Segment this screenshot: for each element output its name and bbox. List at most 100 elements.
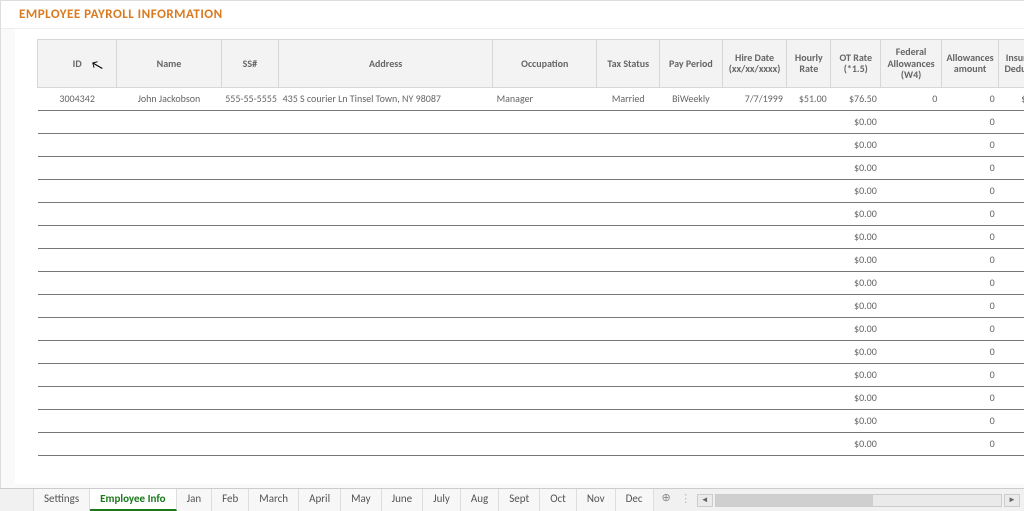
cell-allow_amt[interactable]: 0 xyxy=(941,202,998,225)
cell-ssn[interactable] xyxy=(221,110,278,133)
cell-ins_deduct[interactable] xyxy=(999,179,1024,202)
table-row[interactable]: $0.000 xyxy=(38,133,1024,156)
cell-address[interactable] xyxy=(279,340,493,363)
cell-ot_rate[interactable]: $0.00 xyxy=(831,432,881,455)
cell-name[interactable] xyxy=(117,179,221,202)
cell-allow_amt[interactable]: 0 xyxy=(941,340,998,363)
column-header-allow_amt[interactable]: Allowances amount xyxy=(941,40,998,88)
cell-hire_date[interactable] xyxy=(722,317,787,340)
table-row[interactable]: $0.000 xyxy=(38,225,1024,248)
table-row[interactable]: $0.000 xyxy=(38,363,1024,386)
cell-fed_allow[interactable]: 0 xyxy=(881,87,942,110)
cell-hourly_rate[interactable] xyxy=(787,179,831,202)
cell-name[interactable] xyxy=(117,363,221,386)
cell-allow_amt[interactable]: 0 xyxy=(941,363,998,386)
cell-tax_status[interactable] xyxy=(597,432,660,455)
cell-hourly_rate[interactable] xyxy=(787,432,831,455)
cell-fed_allow[interactable] xyxy=(881,363,942,386)
cell-fed_allow[interactable] xyxy=(881,409,942,432)
table-row[interactable]: $0.000 xyxy=(38,386,1024,409)
cell-occupation[interactable] xyxy=(493,271,597,294)
table-row[interactable]: $0.000 xyxy=(38,432,1024,455)
cell-pay_period[interactable] xyxy=(660,110,723,133)
cell-fed_allow[interactable] xyxy=(881,110,942,133)
cell-pay_period[interactable] xyxy=(660,317,723,340)
cell-pay_period[interactable] xyxy=(660,363,723,386)
cell-hourly_rate[interactable] xyxy=(787,363,831,386)
cell-tax_status[interactable] xyxy=(597,225,660,248)
cell-ins_deduct[interactable] xyxy=(999,409,1024,432)
column-header-ot_rate[interactable]: OT Rate (*1.5) xyxy=(831,40,881,88)
table-row[interactable]: $0.000 xyxy=(38,317,1024,340)
cell-pay_period[interactable] xyxy=(660,340,723,363)
cell-ot_rate[interactable]: $0.00 xyxy=(831,386,881,409)
column-header-hire_date[interactable]: Hire Date (xx/xx/xxxx) xyxy=(722,40,787,88)
cell-address[interactable] xyxy=(279,317,493,340)
cell-id[interactable] xyxy=(38,133,117,156)
cell-ins_deduct[interactable] xyxy=(999,386,1024,409)
cell-hire_date[interactable] xyxy=(722,248,787,271)
cell-occupation[interactable] xyxy=(493,133,597,156)
cell-hourly_rate[interactable] xyxy=(787,225,831,248)
cell-hourly_rate[interactable] xyxy=(787,409,831,432)
cell-tax_status[interactable] xyxy=(597,363,660,386)
cell-address[interactable] xyxy=(279,110,493,133)
cell-name[interactable] xyxy=(117,225,221,248)
column-header-fed_allow[interactable]: Federal Allowances (W4) xyxy=(881,40,942,88)
cell-pay_period[interactable]: BiWeekly xyxy=(660,87,723,110)
scroll-right-button[interactable]: ► xyxy=(1004,494,1020,507)
sheet-tab-settings[interactable]: Settings xyxy=(34,489,90,511)
cell-allow_amt[interactable]: 0 xyxy=(941,409,998,432)
cell-ins_deduct[interactable] xyxy=(999,202,1024,225)
cell-ot_rate[interactable]: $0.00 xyxy=(831,248,881,271)
sheet-tab-dec[interactable]: Dec xyxy=(616,489,654,511)
cell-hire_date[interactable] xyxy=(722,271,787,294)
cell-id[interactable] xyxy=(38,202,117,225)
cell-allow_amt[interactable]: 0 xyxy=(941,179,998,202)
cell-tax_status[interactable] xyxy=(597,294,660,317)
cell-hourly_rate[interactable] xyxy=(787,248,831,271)
cell-ot_rate[interactable]: $0.00 xyxy=(831,294,881,317)
table-row[interactable]: $0.000 xyxy=(38,340,1024,363)
cell-fed_allow[interactable] xyxy=(881,386,942,409)
cell-address[interactable] xyxy=(279,409,493,432)
cell-address[interactable] xyxy=(279,294,493,317)
cell-pay_period[interactable] xyxy=(660,271,723,294)
cell-allow_amt[interactable]: 0 xyxy=(941,248,998,271)
sheet-tab-march[interactable]: March xyxy=(249,489,299,511)
cell-ot_rate[interactable]: $0.00 xyxy=(831,202,881,225)
cell-ssn[interactable] xyxy=(221,363,278,386)
cell-hire_date[interactable] xyxy=(722,225,787,248)
cell-ot_rate[interactable]: $0.00 xyxy=(831,110,881,133)
cell-address[interactable] xyxy=(279,133,493,156)
cell-fed_allow[interactable] xyxy=(881,271,942,294)
add-sheet-button[interactable]: ⊕ xyxy=(654,489,679,511)
cell-allow_amt[interactable]: 0 xyxy=(941,317,998,340)
cell-hire_date[interactable]: 7/7/1999 xyxy=(722,87,787,110)
cell-name[interactable] xyxy=(117,156,221,179)
cell-hourly_rate[interactable] xyxy=(787,340,831,363)
cell-hire_date[interactable] xyxy=(722,409,787,432)
sheet-tab-aug[interactable]: Aug xyxy=(461,489,499,511)
cell-fed_allow[interactable] xyxy=(881,225,942,248)
cell-hire_date[interactable] xyxy=(722,363,787,386)
cell-ins_deduct[interactable] xyxy=(999,110,1024,133)
cell-id[interactable] xyxy=(38,248,117,271)
cell-allow_amt[interactable]: 0 xyxy=(941,271,998,294)
cell-hire_date[interactable] xyxy=(722,432,787,455)
cell-ot_rate[interactable]: $76.50 xyxy=(831,87,881,110)
column-header-ins_deduct[interactable]: Insurance Deduction xyxy=(999,40,1024,88)
cell-occupation[interactable] xyxy=(493,317,597,340)
cell-occupation[interactable] xyxy=(493,294,597,317)
cell-name[interactable] xyxy=(117,340,221,363)
cell-id[interactable] xyxy=(38,386,117,409)
column-header-occupation[interactable]: Occupation xyxy=(493,40,597,88)
cell-hire_date[interactable] xyxy=(722,202,787,225)
column-header-ssn[interactable]: SS# xyxy=(221,40,278,88)
sheet-tab-april[interactable]: April xyxy=(299,489,341,511)
cell-name[interactable] xyxy=(117,271,221,294)
sheet-tab-feb[interactable]: Feb xyxy=(212,489,249,511)
cell-id[interactable] xyxy=(38,317,117,340)
table-row[interactable]: $0.000 xyxy=(38,294,1024,317)
table-row[interactable]: $0.000 xyxy=(38,271,1024,294)
